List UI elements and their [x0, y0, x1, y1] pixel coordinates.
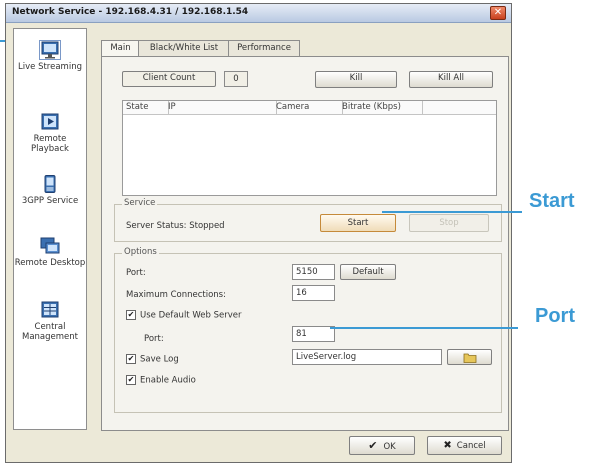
service-group-title: Service	[122, 198, 158, 208]
remote-desktop-icon	[40, 237, 60, 254]
server-status-text: Server Status: Stopped	[126, 221, 225, 231]
folder-icon	[463, 353, 476, 363]
client-count-value: 0	[224, 71, 248, 87]
start-callout-line	[382, 211, 522, 213]
check-icon: ✔	[126, 354, 136, 364]
web-port-label: Port:	[144, 334, 164, 344]
sidebar-item-remote-playback[interactable]: Remote Playback	[14, 113, 86, 154]
port-input[interactable]: 5150	[292, 264, 335, 280]
sidebar: Live Streaming Remote Playback 3GPP Serv…	[13, 28, 87, 430]
save-log-checkbox[interactable]: ✔ Save Log	[126, 354, 179, 365]
live-streaming-icon	[39, 40, 61, 60]
close-icon: ✕	[493, 7, 503, 18]
title-bar: Network Service - 192.168.4.31 / 192.168…	[6, 4, 511, 23]
use-default-web-server-checkbox[interactable]: ✔ Use Default Web Server	[126, 310, 241, 321]
sidebar-item-remote-desktop[interactable]: Remote Desktop	[14, 237, 86, 268]
sidebar-item-label: 3GPP Service	[21, 196, 79, 206]
enable-audio-checkbox[interactable]: ✔ Enable Audio	[126, 375, 196, 386]
options-group-title: Options	[122, 247, 159, 257]
check-icon: ✔	[126, 310, 136, 320]
sidebar-item-live-streaming[interactable]: Live Streaming	[14, 40, 86, 72]
sidebar-item-label: Live Streaming	[18, 62, 82, 72]
use-default-web-server-label: Use Default Web Server	[140, 310, 242, 321]
tab-black-white-list[interactable]: Black/White List	[138, 40, 230, 57]
max-connections-label: Maximum Connections:	[126, 290, 226, 300]
start-button[interactable]: Start	[320, 214, 396, 232]
port-label: Port:	[126, 268, 146, 278]
client-count-label: Client Count	[122, 71, 216, 87]
sidebar-item-label: Central Management	[22, 322, 78, 342]
3gpp-service-icon	[44, 175, 56, 193]
central-management-icon	[41, 301, 59, 318]
web-port-input[interactable]: 81	[292, 326, 335, 342]
main-tab-panel: Client Count 0 Kill Kill All State IP Ca…	[101, 56, 509, 431]
kill-button[interactable]: Kill	[315, 71, 397, 88]
start-callout: Start	[529, 190, 575, 212]
browse-folder-button[interactable]	[447, 349, 492, 365]
client-list-header: State IP Camera Bitrate (Kbps)	[123, 101, 496, 115]
network-service-window: Network Service - 192.168.4.31 / 192.168…	[5, 3, 512, 463]
sidebar-item-label: Remote Playback	[31, 134, 69, 154]
enable-audio-label: Enable Audio	[140, 375, 196, 386]
remote-playback-icon	[41, 113, 59, 130]
port-callout: Port	[535, 305, 575, 327]
checkmark-icon: ✔	[368, 439, 378, 452]
close-button[interactable]: ✕	[490, 6, 506, 20]
column-ip[interactable]: IP	[165, 101, 277, 114]
cancel-label: Cancel	[456, 441, 486, 451]
column-bitrate[interactable]: Bitrate (Kbps)	[339, 101, 423, 114]
save-log-label: Save Log	[140, 354, 179, 365]
client-list[interactable]: State IP Camera Bitrate (Kbps)	[122, 100, 497, 196]
stop-button[interactable]: Stop	[409, 214, 489, 232]
kill-all-button[interactable]: Kill All	[409, 71, 493, 88]
window-title: Network Service - 192.168.4.31 / 192.168…	[12, 7, 249, 17]
sidebar-item-3gpp-service[interactable]: 3GPP Service	[14, 175, 86, 206]
column-state[interactable]: State	[123, 101, 169, 114]
cancel-icon: ✖	[443, 440, 452, 451]
ok-button[interactable]: ✔ OK	[349, 436, 415, 455]
max-connections-input[interactable]: 16	[292, 285, 335, 301]
tab-performance[interactable]: Performance	[228, 40, 300, 57]
column-camera[interactable]: Camera	[273, 101, 343, 114]
log-file-input[interactable]: LiveServer.log	[292, 349, 442, 365]
check-icon: ✔	[126, 375, 136, 385]
sidebar-item-label: Remote Desktop	[14, 258, 86, 268]
ok-label: OK	[383, 442, 396, 452]
cancel-button[interactable]: ✖ Cancel	[427, 436, 502, 455]
default-button[interactable]: Default	[340, 264, 396, 280]
sidebar-item-central-management[interactable]: Central Management	[14, 301, 86, 342]
port-callout-line	[330, 327, 518, 329]
